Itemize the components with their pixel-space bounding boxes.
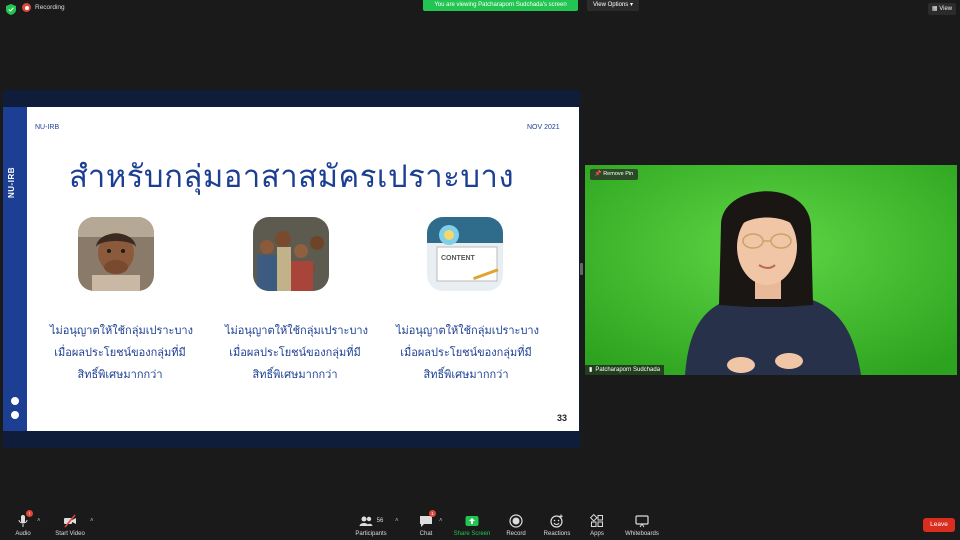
- audio-label: Audio: [15, 531, 31, 537]
- share-screen-icon: [465, 516, 479, 526]
- start-video-label: Start Video: [55, 531, 85, 537]
- shared-screen[interactable]: NU-IRB NU-IRB NOV 2021 สำหรับกลุ่มอาสาสม…: [3, 90, 580, 448]
- chat-chevron-icon[interactable]: ˄: [439, 518, 443, 524]
- grid-icon: ▦: [931, 6, 938, 12]
- slide-corner-right: NOV 2021: [527, 124, 560, 131]
- record-icon: [509, 514, 523, 528]
- caption-line: สิทธิ์พิเศษมากกว่า: [423, 368, 509, 381]
- presenter-figure: [585, 165, 957, 375]
- audio-chevron-icon[interactable]: ˄: [37, 518, 41, 524]
- slide-title: สำหรับกลุ่มอาสาสมัครเปราะบาง: [69, 159, 515, 195]
- remove-pin-button[interactable]: 📌 Remove Pin: [590, 169, 638, 180]
- slide-corner-left: NU-IRB: [35, 124, 60, 131]
- video-chevron-icon[interactable]: ˄: [90, 518, 94, 524]
- participants-icon: [359, 516, 373, 526]
- top-bar: Recording You are viewing Patcharaporn S…: [0, 0, 960, 18]
- slide-dot: [11, 397, 19, 405]
- caption-line: ไม่อนุญาตให้ใช้กลุ่มเปราะบาง: [225, 324, 368, 337]
- chat-badge: 1: [429, 510, 436, 517]
- slide-caption: ไม่อนุญาตให้ใช้กลุ่มเปราะบาง เมื่อผลประโ…: [225, 320, 368, 386]
- caption-line: เมื่อผลประโยชน์ของกลุ่มที่มี: [54, 346, 186, 359]
- caption-line: ไม่อนุญาตให้ใช้กลุ่มเปราะบาง: [396, 324, 539, 337]
- slide-page-number: 33: [557, 413, 568, 423]
- reactions-label: Reactions: [543, 531, 571, 537]
- recording-label: Recording: [35, 4, 65, 11]
- participants-label: Participants: [355, 531, 387, 537]
- presentation-slide: NU-IRB NU-IRB NOV 2021 สำหรับกลุ่มอาสาสม…: [3, 107, 579, 431]
- slide-side-label: NU-IRB: [7, 167, 16, 198]
- whiteboards-button[interactable]: Whiteboards: [617, 514, 667, 537]
- caption-line: เมื่อผลประโยชน์ของกลุ่มที่มี: [400, 346, 532, 359]
- viewing-screen-banner: You are viewing Patcharaporn Sudchada's …: [423, 0, 578, 11]
- audio-alert-badge: !: [26, 510, 33, 517]
- participant-video[interactable]: 📌 Remove Pin ▮ Patcharaporn Sudchada: [585, 165, 957, 375]
- participant-name: Patcharaporn Sudchada: [595, 367, 661, 373]
- video-off-icon: [64, 514, 76, 528]
- slide-side-band: NU-IRB: [3, 107, 27, 431]
- crowd-photo: [253, 217, 329, 291]
- apps-icon: [590, 514, 603, 527]
- security-shield-icon[interactable]: [6, 4, 16, 15]
- caption-line: เมื่อผลประโยชน์ของกลุ่มที่มี: [229, 346, 361, 359]
- start-video-button[interactable]: Start Video: [45, 514, 95, 537]
- leave-button[interactable]: Leave: [923, 518, 955, 532]
- participants-chevron-icon[interactable]: ˄: [395, 518, 399, 524]
- slide-dot: [11, 411, 19, 419]
- content-card-text: CONTENT: [441, 255, 475, 262]
- caption-line: สิทธิ์พิเศษมากกว่า: [252, 368, 338, 381]
- chat-button[interactable]: 1 Chat: [401, 510, 451, 537]
- pin-icon: 📌: [594, 171, 602, 177]
- apps-button[interactable]: Apps: [572, 514, 622, 537]
- participant-name-tag: ▮ Patcharaporn Sudchada: [585, 365, 665, 375]
- view-label: View: [939, 6, 953, 12]
- share-screen-label: Share Screen: [453, 531, 491, 537]
- record-label: Record: [506, 531, 526, 537]
- apps-label: Apps: [590, 531, 604, 537]
- participants-button[interactable]: 56 Participants: [346, 514, 396, 537]
- slide-caption: ไม่อนุญาตให้ใช้กลุ่มเปราะบาง เมื่อผลประโ…: [396, 320, 539, 386]
- chevron-down-icon: ▾: [629, 2, 633, 8]
- recording-indicator[interactable]: Recording: [22, 3, 65, 12]
- content-photo: CONTENT: [427, 217, 503, 291]
- recording-icon: [22, 3, 31, 12]
- reactions-icon: [550, 514, 563, 528]
- whiteboards-label: Whiteboards: [625, 531, 659, 537]
- participants-count: 56: [376, 518, 384, 524]
- view-options-label: View Options: [593, 2, 629, 8]
- slide-caption: ไม่อนุญาตให้ใช้กลุ่มเปราะบาง เมื่อผลประโ…: [50, 320, 193, 386]
- view-options-button[interactable]: View Options ▾: [587, 0, 639, 11]
- split-resize-handle[interactable]: [580, 263, 583, 275]
- whiteboard-icon: [635, 515, 649, 528]
- remove-pin-label: Remove Pin: [603, 171, 634, 177]
- caption-line: ไม่อนุญาตให้ใช้กลุ่มเปราะบาง: [50, 324, 193, 337]
- meeting-toolbar: ! Audio ˄ Start Video ˄ 56 Participants …: [0, 510, 960, 540]
- share-screen-button[interactable]: Share Screen: [447, 514, 497, 537]
- signal-bars-icon: ▮: [589, 367, 593, 373]
- view-button[interactable]: ▦ View: [928, 3, 956, 15]
- chat-label: Chat: [419, 531, 433, 537]
- child-photo: [78, 217, 154, 291]
- caption-line: สิทธิ์พิเศษมากกว่า: [77, 368, 163, 381]
